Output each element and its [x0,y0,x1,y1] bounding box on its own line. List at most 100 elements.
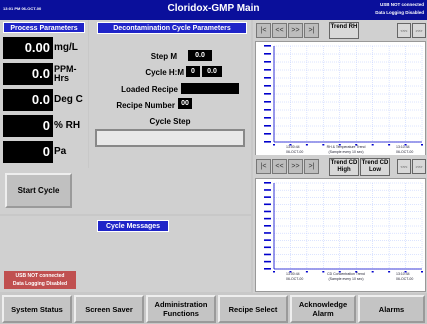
x-tick-mark [305,144,308,146]
logging-status-label: Data Logging Disabled [375,10,424,15]
pp-row-humidity: 0 % RH [3,115,85,137]
cycle-step-display [95,129,245,147]
x-tick-mark [388,271,391,273]
y-tick-mark [264,77,271,79]
y-tick-mark [264,189,271,191]
y-tick-mark [264,141,271,143]
zoom-in-button[interactable]: >>> [412,23,426,38]
nav-forward-button[interactable]: >> [288,23,303,38]
pp-unit: Pa [54,146,67,157]
usb-warning-badge: USB NOT connected Data Logging Disabled [4,271,76,289]
y-tick-mark [264,45,271,47]
trend-rh-button[interactable]: Trend RH [329,22,359,39]
y-tick-mark [264,109,271,111]
y-tick-labels [264,45,271,143]
y-tick-mark [264,182,271,184]
y-tick-mark [264,260,271,263]
loaded-recipe-value [181,83,239,94]
process-parameters-panel: Process Parameters 0.00 mg/L 0.0 PPM-Hrs… [0,20,88,168]
start-date-label: 06-OCT-00 [286,277,304,281]
pp-row-ppm-hrs: 0.0 PPM-Hrs [3,63,85,85]
y-tick-mark [264,125,271,127]
y-tick-mark [264,225,271,227]
pp-value: 0 [3,115,53,137]
start-date-label: 06-OCT-00 [286,150,304,154]
administration-functions-button[interactable]: Administration Functions [146,295,216,323]
nav-first-button[interactable]: |< [256,23,271,38]
end-time-label: 13:10:44 [396,145,410,149]
step-value: 0.0 [188,50,212,61]
cd-concentration-trend-panel: |< << >> >| Trend CD High Trend CD Low <… [253,155,427,293]
cycle-step-label: Cycle Step [149,117,191,126]
pp-unit: % RH [54,120,81,131]
start-cycle-area: Start Cycle [0,168,251,214]
title-bar: 13:01 PM 06-OCT-00 Cloridox-GMP Main USB… [0,0,427,20]
x-tick-mark [273,271,275,273]
loaded-recipe-label: Loaded Recipe [121,85,178,94]
rh-temp-trend-panel: |< << >> >| Trend RH <<< >>> 13:00:44 06… [253,20,427,168]
cycle-messages-panel: Cycle Messages USB NOT connected Data Lo… [0,216,251,292]
chart-subxlabel: (Sample every 10 sec) [328,150,364,154]
cycle-hours-value: 0 [186,66,200,77]
y-tick-mark [264,61,271,63]
screen-saver-button[interactable]: Screen Saver [74,295,144,323]
trend-cd-high-button[interactable]: Trend CD High [329,158,359,176]
pp-unit: Deg C [54,94,83,105]
zoom-out-button[interactable]: <<< [397,159,411,174]
y-tick-mark [264,217,271,220]
chart-grid [273,45,423,143]
y-tick-mark [264,203,271,206]
acknowledge-alarm-button[interactable]: Acknowledge Alarm [290,295,356,323]
nav-first-button[interactable]: |< [256,159,271,174]
process-parameters-title: Process Parameters [3,22,85,33]
nav-back-button[interactable]: << [272,23,287,38]
end-date-label: 06-OCT-00 [396,150,414,154]
start-time-label: 13:00:44 [286,272,300,276]
y-tick-mark [264,117,271,119]
pp-value: 0 [3,141,53,163]
recipe-number-label: Recipe Number [116,101,175,110]
y-tick-mark [264,232,271,234]
pp-value: 0.0 [3,89,53,111]
pp-row-pressure: 0 Pa [3,141,85,163]
x-tick-mark [421,144,423,146]
pp-value: 0.00 [3,37,53,59]
y-tick-mark [264,53,271,55]
decon-cycle-title: Decontamination Cycle Parameters [97,22,247,34]
zoom-out-button[interactable]: <<< [397,23,411,38]
usb-warning-line2: Data Logging Disabled [12,281,68,287]
y-tick-mark [264,268,271,270]
recipe-number-value: 00 [178,98,192,109]
pp-unit: mg/L [54,42,78,53]
pp-row-concentration: 0.00 mg/L [3,37,85,59]
alarms-button[interactable]: Alarms [358,295,425,323]
bottom-nav-bar: System Status Screen Saver Administratio… [0,294,427,324]
cycle-messages-title: Cycle Messages [97,220,169,232]
cycle-time-label: Cycle H:M [145,68,184,77]
trend-cd-low-button[interactable]: Trend CD Low [360,158,390,176]
zoom-in-button[interactable]: >>> [412,159,426,174]
decon-cycle-panel: Decontamination Cycle Parameters Step M … [89,20,251,168]
chart-grid [273,182,423,270]
cd-concentration-chart: 13:00:44 06-OCT-00 CD Concentration Tren… [255,178,426,292]
recipe-select-button[interactable]: Recipe Select [218,295,288,323]
chart-xlabel: CD Concentration Trend [327,272,365,276]
pp-unit: PPM-Hrs [54,64,77,83]
y-tick-mark [264,196,271,198]
y-tick-mark [264,133,271,135]
nav-forward-button[interactable]: >> [288,159,303,174]
nav-last-button[interactable]: >| [304,23,319,38]
system-status-button[interactable]: System Status [2,295,72,323]
y-tick-mark [264,93,271,95]
nav-back-button[interactable]: << [272,159,287,174]
pp-value: 0.0 [3,63,53,85]
usb-warning-line1: USB NOT connected [15,273,65,279]
rh-temp-chart: 13:00:44 06-OCT-00 RH & Temperature Tren… [255,41,426,167]
x-tick-mark [273,144,275,146]
nav-last-button[interactable]: >| [304,159,319,174]
end-date-label: 06-OCT-00 [396,277,414,281]
y-tick-labels [264,182,271,270]
x-tick-mark [421,271,423,273]
start-cycle-button[interactable]: Start Cycle [5,173,72,208]
y-tick-mark [264,85,271,87]
